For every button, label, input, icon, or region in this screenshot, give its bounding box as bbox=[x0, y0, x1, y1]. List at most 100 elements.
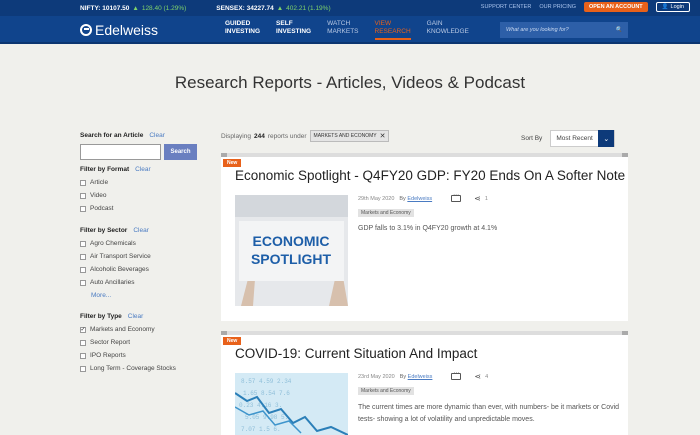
author-link[interactable]: Edelweiss bbox=[407, 196, 432, 202]
option-label: Auto Ancillaries bbox=[90, 279, 135, 286]
support-center-link[interactable]: SUPPORT CENTER bbox=[481, 4, 532, 10]
type-option-ipo-reports[interactable]: IPO Reports bbox=[80, 352, 210, 359]
article-byline: By Edelweiss bbox=[400, 374, 433, 380]
article-search-row: Search bbox=[80, 144, 210, 160]
sort-control: Sort By Most Recent ⌄ bbox=[521, 130, 616, 147]
close-icon[interactable]: ✕ bbox=[380, 132, 386, 140]
checkbox[interactable] bbox=[80, 205, 86, 212]
card-top-border bbox=[221, 153, 628, 157]
sensex-value: SENSEX: 34227.74 bbox=[216, 4, 274, 12]
login-button[interactable]: 👤 Login bbox=[655, 2, 690, 12]
nav-label-line1: GAIN bbox=[426, 20, 443, 27]
market-ticker-bar: NIFTY: 10107.50 ▲ 128.40 (1.29%) SENSEX:… bbox=[0, 0, 700, 16]
option-label: Sector Report bbox=[90, 339, 131, 346]
article-card[interactable]: New COVID-19: Current Situation And Impa… bbox=[221, 331, 628, 435]
clear-sector-link[interactable]: Clear bbox=[133, 227, 149, 234]
more-sectors-link[interactable]: More... bbox=[91, 292, 210, 299]
checkbox[interactable] bbox=[80, 279, 86, 286]
article-title[interactable]: COVID-19: Current Situation And Impact bbox=[235, 346, 477, 361]
format-option-article[interactable]: Article bbox=[80, 179, 210, 186]
nav-label-line1: GUIDED bbox=[225, 20, 251, 27]
format-option-video[interactable]: Video bbox=[80, 192, 210, 199]
sector-option-alcoholic-beverages[interactable]: Alcoholic Beverages bbox=[80, 266, 210, 273]
card-top-border bbox=[221, 331, 628, 335]
nav-guided-investing[interactable]: GUIDED INVESTING bbox=[225, 20, 260, 40]
clear-search-link[interactable]: Clear bbox=[149, 132, 165, 139]
article-search-button[interactable]: Search bbox=[164, 144, 197, 160]
sector-option-auto-ancillaries[interactable]: Auto Ancillaries bbox=[80, 279, 210, 286]
option-label: Alcoholic Beverages bbox=[90, 266, 149, 273]
up-arrow-icon: ▲ bbox=[276, 4, 284, 12]
checkbox[interactable] bbox=[80, 253, 86, 260]
checkbox[interactable] bbox=[80, 179, 86, 186]
search-icon[interactable]: 🔍 bbox=[615, 27, 622, 33]
nifty-change: 128.40 (1.29%) bbox=[141, 4, 187, 12]
svg-text:7.07 1.5 6.: 7.07 1.5 6. bbox=[241, 426, 281, 433]
category-tag[interactable]: Markets and Economy bbox=[358, 387, 414, 395]
checkbox-checked[interactable]: ✓ bbox=[80, 326, 86, 333]
new-badge: New bbox=[223, 337, 242, 345]
sector-option-air-transport[interactable]: Air Transport Service bbox=[80, 253, 210, 260]
nav-gain-knowledge[interactable]: GAIN KNOWLEDGE bbox=[427, 20, 469, 40]
nav-self-investing[interactable]: SELF INVESTING bbox=[276, 20, 311, 40]
checkbox[interactable] bbox=[80, 192, 86, 199]
main-navbar: Edelweiss GUIDED INVESTING SELF INVESTIN… bbox=[0, 16, 700, 44]
nav-label-line1: SELF bbox=[276, 20, 293, 27]
checkbox[interactable] bbox=[80, 352, 86, 359]
option-label: Article bbox=[90, 179, 109, 186]
type-option-long-term[interactable]: Long Term - Coverage Stocks bbox=[80, 365, 210, 372]
nav-label-line1: VIEW bbox=[374, 20, 392, 27]
open-account-button[interactable]: OPEN AN ACCOUNT bbox=[583, 2, 648, 12]
format-option-podcast[interactable]: Podcast bbox=[80, 205, 210, 212]
new-badge: New bbox=[223, 159, 242, 167]
article-thumbnail[interactable]: ECONOMIC SPOTLIGHT bbox=[235, 195, 348, 306]
sort-select[interactable]: Most Recent ⌄ bbox=[550, 130, 616, 147]
nav-view-research[interactable]: VIEW RESEARCH bbox=[374, 20, 411, 40]
share-control[interactable]: ⋖ 4 bbox=[474, 372, 488, 381]
type-option-sector-report[interactable]: Sector Report bbox=[80, 339, 210, 346]
share-icon[interactable]: ⋖ bbox=[474, 372, 481, 381]
category-tag[interactable]: Markets and Economy bbox=[358, 209, 414, 217]
share-count: 4 bbox=[485, 373, 489, 380]
article-search-input[interactable] bbox=[80, 144, 161, 160]
option-label: Podcast bbox=[90, 205, 114, 212]
checkbox[interactable] bbox=[80, 365, 86, 372]
article-thumbnail[interactable]: 8.57 4.59 2.34 1.65 8.54 7.6 0.23 4.16 3… bbox=[235, 373, 348, 435]
site-search-input[interactable]: What are you looking for? 🔍 bbox=[500, 22, 628, 38]
by-label: By bbox=[399, 373, 407, 380]
our-pricing-link[interactable]: OUR PRICING bbox=[539, 4, 576, 10]
comment-icon[interactable] bbox=[451, 192, 462, 202]
filter-sidebar: Search for an Article Clear Search Filte… bbox=[80, 132, 210, 372]
option-label: Long Term - Coverage Stocks bbox=[90, 365, 176, 372]
nav-label-line2: RESEARCH bbox=[374, 27, 411, 35]
clear-format-link[interactable]: Clear bbox=[135, 166, 151, 173]
login-label: Login bbox=[670, 4, 684, 10]
article-card[interactable]: New Economic Spotlight - Q4FY20 GDP: FY2… bbox=[221, 153, 628, 321]
by-label: By bbox=[399, 195, 406, 202]
article-byline: By Edelweiss bbox=[399, 196, 432, 202]
clear-type-link[interactable]: Clear bbox=[128, 313, 144, 320]
share-icon[interactable]: ⋖ bbox=[474, 194, 481, 203]
article-title[interactable]: Economic Spotlight - Q4FY20 GDP: FY20 En… bbox=[235, 168, 625, 183]
checkbox[interactable] bbox=[80, 240, 86, 247]
page-title: Research Reports - Articles, Videos & Po… bbox=[174, 73, 526, 92]
chevron-down-icon[interactable]: ⌄ bbox=[598, 130, 615, 147]
type-option-markets-economy[interactable]: ✓ Markets and Economy bbox=[80, 326, 210, 333]
article-summary: GDP falls to 3.1% in Q4FY20 growth at 4.… bbox=[358, 225, 498, 232]
results-suffix: reports under bbox=[267, 132, 307, 140]
sector-option-agro-chemicals[interactable]: Agro Chemicals bbox=[80, 240, 210, 247]
sector-filter-heading: Filter by Sector Clear bbox=[80, 227, 210, 234]
economic-spotlight-image: ECONOMIC SPOTLIGHT bbox=[235, 195, 348, 306]
author-link[interactable]: Edelweiss bbox=[408, 374, 433, 380]
option-label: Air Transport Service bbox=[90, 253, 151, 260]
comment-icon[interactable] bbox=[451, 370, 462, 380]
checkbox[interactable] bbox=[80, 339, 86, 346]
share-control[interactable]: ⋖ 1 bbox=[474, 194, 488, 203]
logo-mark-icon bbox=[80, 24, 92, 36]
heading-label: Filter by Type bbox=[80, 313, 122, 320]
results-count: 244 bbox=[254, 132, 265, 140]
nav-watch-markets[interactable]: WATCH MARKETS bbox=[327, 20, 358, 40]
checkbox[interactable] bbox=[80, 266, 86, 273]
sort-label: Sort By bbox=[521, 135, 543, 142]
edelweiss-logo[interactable]: Edelweiss bbox=[80, 22, 158, 38]
